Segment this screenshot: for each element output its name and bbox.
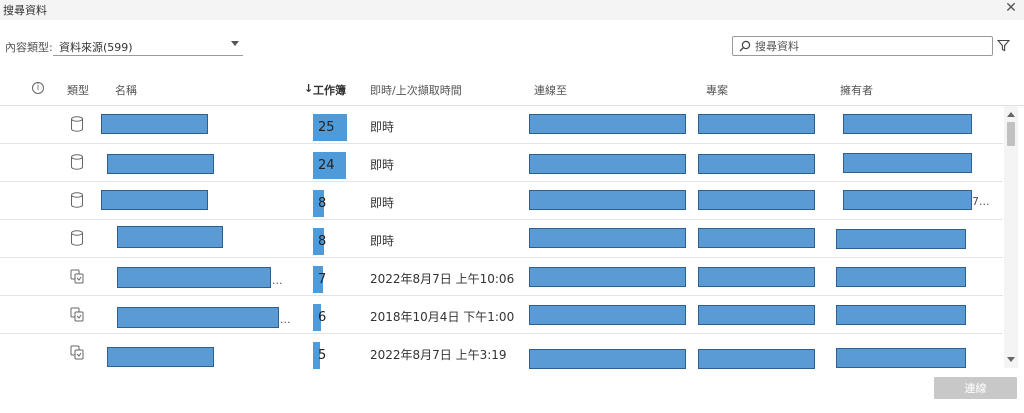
workbook-count: 5 [318,348,327,363]
connected-to-cell [529,154,686,174]
name-cell[interactable] [101,190,208,210]
database-icon [71,116,83,132]
column-workbooks[interactable]: 工作簿 [313,82,346,98]
project-cell [698,267,815,287]
workbook-count: 8 [318,196,327,211]
search-box[interactable] [732,36,993,56]
column-owner[interactable]: 擁有者 [840,82,873,98]
name-cell[interactable] [117,226,223,248]
owner-cell [836,348,966,368]
table-row[interactable]: 24 即時 [0,144,1003,182]
content-type-select[interactable]: 資料來源(599) [53,34,243,56]
table-row[interactable]: ... 7 2022年8月7日 上午10:06 [0,258,1003,296]
column-name[interactable]: 名稱 [115,82,137,98]
table-row[interactable]: 8 即時 [0,220,1003,258]
refresh-time: 即時 [370,234,395,248]
name-cell[interactable] [117,307,279,328]
filter-icon[interactable] [997,39,1010,52]
connected-to-cell [529,228,686,248]
owner-cell [836,267,966,287]
dialog-title: 搜尋資料 [3,4,47,17]
workbook-count: 8 [318,234,327,249]
database-icon [71,192,83,208]
close-icon[interactable]: ✕ [1004,0,1018,16]
connected-to-cell [529,305,686,325]
table-row[interactable]: 25 即時 [0,106,1003,144]
vertical-scrollbar[interactable] [1004,106,1018,368]
chevron-down-icon [231,41,239,46]
title-bar: 搜尋資料 ✕ [0,0,1024,20]
connected-to-cell [529,190,686,210]
content-type-label: 內容類型: [5,41,53,54]
refresh-time: 2022年8月7日 上午3:19 [370,348,507,362]
owner-text-overflow: 7... [972,195,990,208]
column-live-last-extract[interactable]: 即時/上次擷取時間 [370,82,462,98]
search-input[interactable] [755,38,989,54]
data-source-list: 25 即時 24 即時 8 即時 7... 8 即時 ... 7 2022年8月… [0,106,1003,369]
name-cell[interactable] [101,114,208,134]
sort-desc-icon: ↓ [304,82,314,95]
connected-to-cell [529,267,686,287]
extract-icon [70,307,84,322]
name-cell[interactable] [107,347,214,367]
owner-cell [843,153,972,173]
owner-cell [836,229,966,249]
project-cell [698,114,815,134]
extract-icon [70,269,84,284]
owner-cell [836,305,966,325]
table-row[interactable]: ... 6 2018年10月4日 下午1:00 [0,296,1003,334]
column-type[interactable]: 類型 [67,82,89,98]
database-icon [71,154,83,170]
search-icon [739,40,751,52]
project-cell [698,349,815,369]
project-cell [698,305,815,325]
column-connected-to[interactable]: 連線至 [534,82,567,98]
scroll-up-icon[interactable] [1007,112,1015,117]
refresh-time: 2022年8月7日 上午10:06 [370,272,515,286]
info-icon[interactable]: i [32,82,44,94]
owner-cell [843,114,972,134]
refresh-time: 2018年10月4日 下午1:00 [370,310,515,324]
connected-to-cell [529,349,686,369]
workbook-count: 25 [318,120,335,135]
name-cell[interactable] [117,267,271,288]
project-cell [698,154,815,174]
connect-button[interactable]: 連線 [934,377,1017,399]
content-type-value: 資料來源(599) [59,41,133,54]
database-icon [71,230,83,246]
project-cell [698,190,815,210]
table-row[interactable]: 5 2022年8月7日 上午3:19 [0,334,1003,369]
owner-cell [843,190,972,210]
table-header: i 類型 名稱 ↓ 工作簿 即時/上次擷取時間 連線至 專案 擁有者 [0,70,1024,106]
table-row[interactable]: 8 即時 7... [0,182,1003,220]
workbook-count: 6 [318,310,327,325]
refresh-time: 即時 [370,120,395,134]
connected-to-cell [529,114,686,134]
name-cell[interactable] [107,154,214,174]
workbook-count: 7 [318,272,327,287]
refresh-time: 即時 [370,158,395,172]
project-cell [698,228,815,248]
extract-icon [70,345,84,360]
name-text-overflow: ... [280,313,291,326]
refresh-time: 即時 [370,196,395,210]
scroll-down-icon[interactable] [1007,357,1015,362]
workbook-count: 24 [318,158,335,173]
name-text-overflow: ... [272,274,283,287]
column-project[interactable]: 專案 [706,82,728,98]
scroll-thumb[interactable] [1007,122,1015,146]
